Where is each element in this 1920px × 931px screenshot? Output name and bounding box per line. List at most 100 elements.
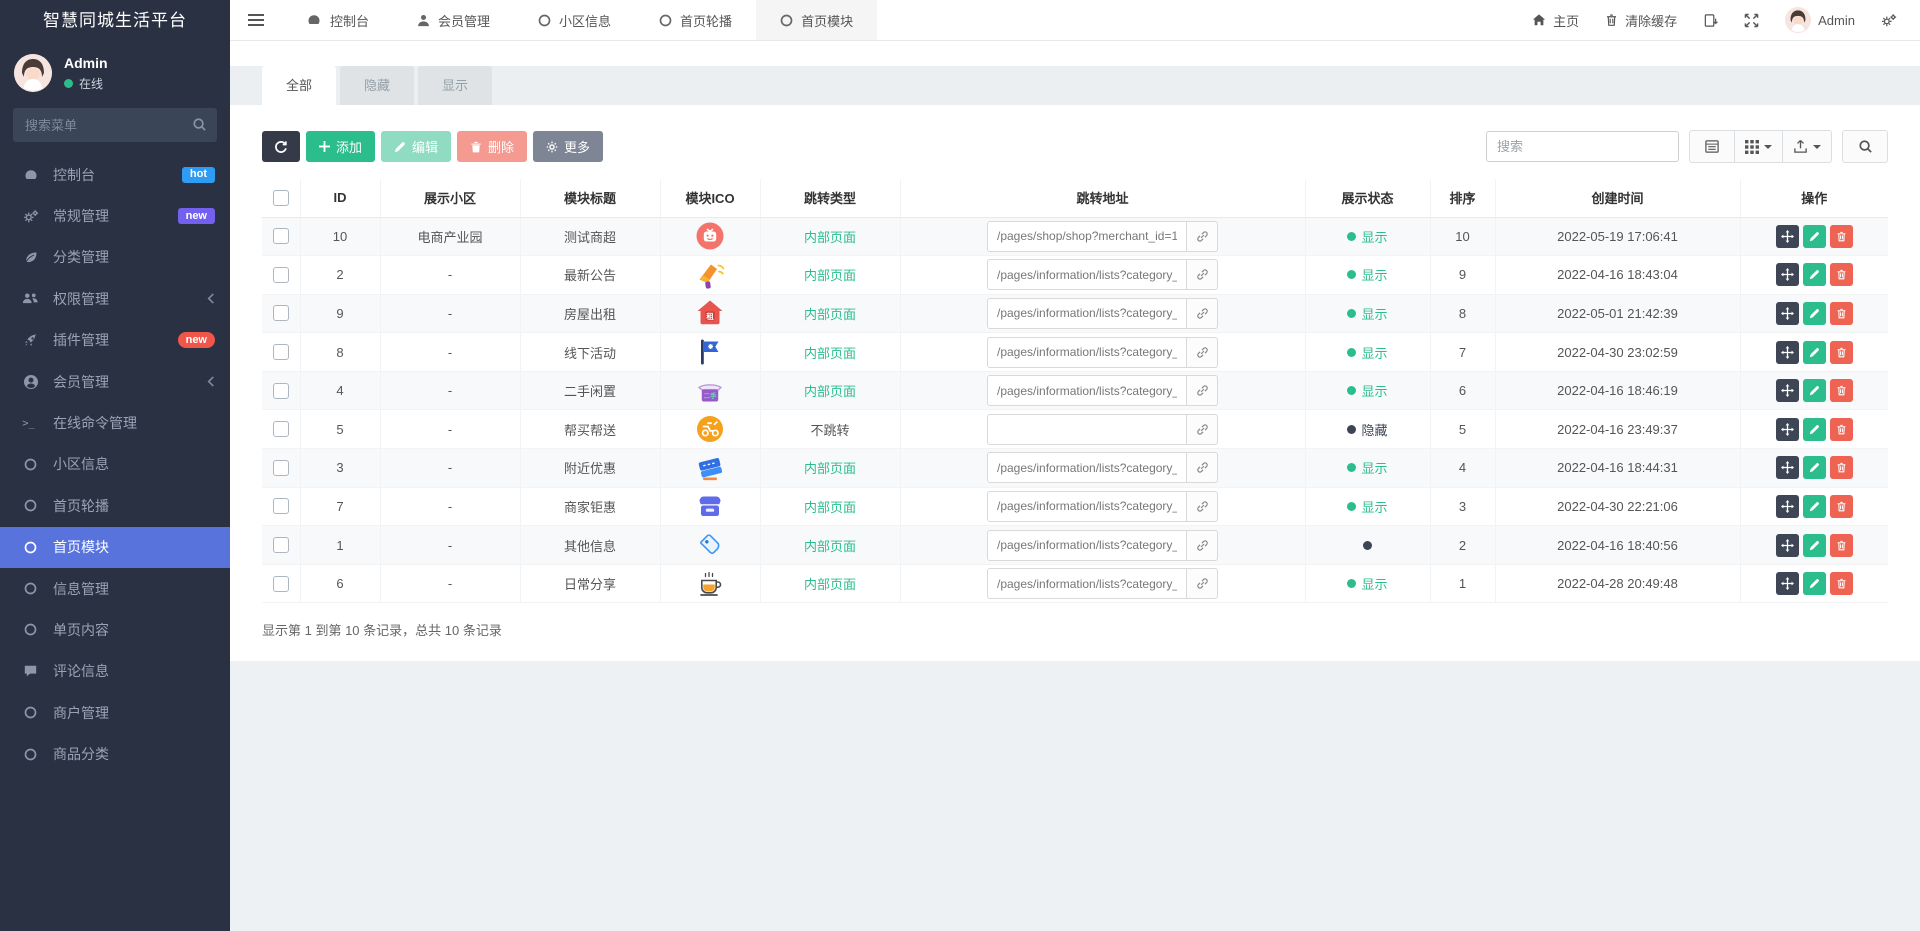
row-delete-button[interactable] — [1829, 533, 1853, 557]
row-checkbox[interactable] — [272, 228, 289, 245]
status-badge[interactable]: 显示 — [1347, 381, 1388, 400]
row-checkbox[interactable] — [272, 305, 289, 322]
topnav-tab-2[interactable]: 小区信息 — [514, 0, 635, 40]
status-badge[interactable]: 显示 — [1347, 574, 1388, 593]
row-edit-button[interactable] — [1802, 533, 1826, 557]
row-checkbox[interactable] — [272, 382, 289, 399]
row-delete-button[interactable] — [1829, 379, 1853, 403]
link-button[interactable] — [1187, 336, 1218, 368]
sidebar-item-9[interactable]: 首页模块 — [0, 526, 230, 568]
table-search-input[interactable] — [1486, 131, 1679, 162]
row-delete-button[interactable] — [1829, 224, 1853, 248]
row-checkbox[interactable] — [272, 575, 289, 592]
row-edit-button[interactable] — [1802, 379, 1826, 403]
delete-button[interactable]: 删除 — [457, 131, 528, 162]
select-all-checkbox[interactable] — [272, 189, 289, 206]
row-edit-button[interactable] — [1802, 340, 1826, 364]
detail-view-button[interactable] — [1689, 130, 1735, 163]
user-avatar[interactable] — [14, 54, 52, 92]
topnav-tab-4[interactable]: 首页模块 — [756, 0, 878, 40]
status-badge[interactable] — [1363, 540, 1372, 550]
jump-url-input[interactable] — [987, 529, 1187, 561]
row-checkbox[interactable] — [272, 266, 289, 283]
status-badge[interactable]: 显示 — [1347, 497, 1388, 516]
sidebar-item-14[interactable]: 商品分类 — [0, 733, 230, 774]
settings-button[interactable] — [1868, 0, 1910, 40]
jump-url-input[interactable] — [987, 568, 1187, 600]
row-edit-button[interactable] — [1802, 572, 1826, 596]
drag-sort-button[interactable] — [1775, 340, 1799, 364]
link-button[interactable] — [1187, 220, 1218, 252]
topnav-tab-0[interactable]: 控制台 — [282, 0, 393, 40]
sidebar-item-11[interactable]: 单页内容 — [0, 609, 230, 650]
add-button[interactable]: 添加 — [306, 131, 376, 162]
sidebar-toggle-button[interactable] — [230, 0, 282, 40]
row-edit-button[interactable] — [1802, 494, 1826, 518]
sidebar-item-4[interactable]: 插件管理 new — [0, 320, 230, 361]
jump-url-input[interactable] — [987, 490, 1187, 522]
jump-url-input[interactable] — [987, 375, 1187, 407]
link-button[interactable] — [1187, 297, 1218, 329]
row-checkbox[interactable] — [272, 421, 289, 438]
sidebar-item-12[interactable]: 评论信息 — [0, 651, 230, 692]
link-button[interactable] — [1187, 568, 1218, 600]
edit-button[interactable]: 编辑 — [381, 131, 452, 162]
reload-page-button[interactable] — [1690, 0, 1731, 40]
topnav-tab-3[interactable]: 首页轮播 — [635, 0, 756, 40]
row-edit-button[interactable] — [1802, 263, 1826, 287]
sidebar-item-2[interactable]: 分类管理 — [0, 237, 230, 278]
row-checkbox[interactable] — [272, 537, 289, 554]
drag-sort-button[interactable] — [1775, 224, 1799, 248]
status-badge[interactable]: 显示 — [1347, 265, 1388, 284]
row-edit-button[interactable] — [1802, 224, 1826, 248]
sidebar-item-10[interactable]: 信息管理 — [0, 568, 230, 609]
row-delete-button[interactable] — [1829, 456, 1853, 480]
refresh-button[interactable] — [262, 131, 300, 162]
user-menu[interactable]: Admin — [1772, 0, 1868, 40]
clear-cache-button[interactable]: 清除缓存 — [1592, 0, 1690, 40]
row-edit-button[interactable] — [1802, 456, 1826, 480]
drag-sort-button[interactable] — [1775, 379, 1799, 403]
drag-sort-button[interactable] — [1775, 301, 1799, 325]
filter-tab-0[interactable]: 全部 — [262, 66, 337, 105]
topnav-tab-1[interactable]: 会员管理 — [393, 0, 514, 40]
row-edit-button[interactable] — [1802, 417, 1826, 441]
status-badge[interactable]: 显示 — [1347, 343, 1388, 362]
sidebar-item-5[interactable]: 会员管理 — [0, 361, 230, 402]
status-badge[interactable]: 显示 — [1347, 304, 1388, 323]
sidebar-item-3[interactable]: 权限管理 — [0, 278, 230, 319]
export-button[interactable] — [1782, 130, 1832, 163]
row-delete-button[interactable] — [1829, 572, 1853, 596]
jump-url-input[interactable] — [987, 452, 1187, 484]
row-checkbox[interactable] — [272, 344, 289, 361]
status-badge[interactable]: 显示 — [1347, 458, 1388, 477]
link-button[interactable] — [1187, 529, 1218, 561]
row-edit-button[interactable] — [1802, 301, 1826, 325]
more-button[interactable]: 更多 — [533, 131, 604, 162]
status-badge[interactable]: 显示 — [1347, 227, 1388, 246]
sidebar-item-0[interactable]: 控制台 hot — [0, 154, 230, 195]
drag-sort-button[interactable] — [1775, 417, 1799, 441]
link-button[interactable] — [1187, 452, 1218, 484]
jump-url-input[interactable] — [987, 220, 1187, 252]
filter-tab-2[interactable]: 显示 — [418, 66, 493, 105]
link-button[interactable] — [1187, 375, 1218, 407]
drag-sort-button[interactable] — [1775, 533, 1799, 557]
fullscreen-button[interactable] — [1731, 0, 1772, 40]
home-link[interactable]: 主页 — [1519, 0, 1592, 40]
status-badge[interactable]: 隐藏 — [1347, 420, 1388, 439]
row-delete-button[interactable] — [1829, 301, 1853, 325]
filter-tab-1[interactable]: 隐藏 — [340, 66, 415, 105]
row-checkbox[interactable] — [272, 498, 289, 515]
jump-url-input[interactable] — [987, 297, 1187, 329]
columns-button[interactable] — [1734, 130, 1783, 163]
jump-url-input[interactable] — [987, 336, 1187, 368]
sidebar-item-8[interactable]: 首页轮播 — [0, 485, 230, 526]
row-checkbox[interactable] — [272, 459, 289, 476]
row-delete-button[interactable] — [1829, 340, 1853, 364]
link-button[interactable] — [1187, 259, 1218, 291]
sidebar-search-input[interactable] — [13, 108, 217, 142]
drag-sort-button[interactable] — [1775, 263, 1799, 287]
sidebar-item-1[interactable]: 常规管理 new — [0, 195, 230, 236]
drag-sort-button[interactable] — [1775, 494, 1799, 518]
